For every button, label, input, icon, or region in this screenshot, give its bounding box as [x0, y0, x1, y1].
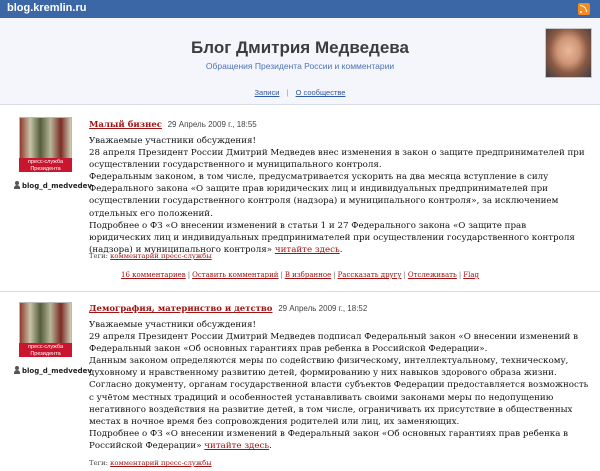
tell-friend-link[interactable]: Рассказать другу — [338, 271, 402, 279]
user-icon — [13, 366, 21, 374]
post-tags: Теги: комментарий пресс-службы — [89, 459, 212, 467]
comments-link[interactable]: 16 комментариев — [121, 271, 186, 279]
post-divider — [0, 291, 600, 292]
post-date: 29 Апрель 2009 г., 18:52 — [278, 304, 368, 313]
post-paragraph: Федеральным законом, в том числе, предус… — [89, 172, 559, 219]
top-bar: blog.kremlin.ru — [0, 0, 600, 18]
post-paragraph: Данным законом определяются меры по соде… — [89, 356, 569, 379]
post-body: Уважаемые участники обсуждения! 28 апрел… — [89, 135, 589, 256]
author-username[interactable]: blog_d_medvedev — [13, 181, 92, 190]
rss-icon[interactable] — [578, 3, 590, 15]
username-text[interactable]: blog_d_medvedev — [22, 182, 92, 190]
post-body: Уважаемые участники обсуждения! 29 апрел… — [89, 319, 589, 452]
post-title-link[interactable]: Малый бизнес — [89, 120, 162, 130]
nav-entries-link[interactable]: Записи — [255, 88, 280, 97]
tag-link[interactable]: комментарий пресс-службы — [110, 252, 212, 260]
post-paragraph: 28 апреля Президент России Дмитрий Медве… — [89, 148, 585, 171]
post-paragraph: Уважаемые участники обсуждения! — [89, 320, 256, 330]
author-photo — [545, 28, 592, 78]
post-header: Демография, материнство и детство 29 Апр… — [89, 304, 367, 314]
avatar-label: пресс-служба Президента — [19, 343, 72, 357]
tags-label: Теги: — [89, 252, 108, 260]
read-more-link[interactable]: читайте здесь — [204, 441, 269, 451]
post-more-text: Подробнее о ФЗ «О внесении изменений в Ф… — [89, 428, 569, 451]
flag-link[interactable]: Flag — [463, 271, 479, 279]
author-username[interactable]: blog_d_medvedev — [13, 366, 92, 375]
add-favorite-link[interactable]: В избранное — [285, 271, 331, 279]
post-paragraph: Уважаемые участники обсуждения! — [89, 136, 256, 146]
post-paragraph: Согласно документу, органам государствен… — [89, 380, 589, 427]
username-text[interactable]: blog_d_medvedev — [22, 367, 92, 375]
user-icon — [13, 181, 21, 189]
leave-comment-link[interactable]: Оставить комментарий — [192, 271, 278, 279]
post-header: Малый бизнес 29 Апрель 2009 г., 18:55 — [89, 120, 257, 130]
post-title-link[interactable]: Демография, материнство и детство — [89, 304, 272, 314]
read-more-link[interactable]: читайте здесь — [275, 245, 340, 255]
nav-separator: | — [286, 88, 289, 97]
track-link[interactable]: Отслеживать — [408, 271, 457, 279]
site-name[interactable]: blog.kremlin.ru — [7, 2, 86, 14]
post-tags: Теги: комментарий пресс-службы — [89, 252, 212, 260]
nav-about-link[interactable]: О сообществе — [296, 88, 346, 97]
header-divider — [0, 104, 600, 105]
post-actions: 16 комментариев | Оставить комментарий | В и… — [121, 271, 479, 279]
tag-link[interactable]: комментарий пресс-службы — [110, 459, 212, 467]
post-more-paragraph: Подробнее о ФЗ «О внесении изменений в с… — [89, 220, 575, 255]
blog-subtitle: Обращения Президента России и комментари… — [205, 61, 395, 71]
tags-label: Теги: — [89, 459, 108, 467]
blog-title[interactable]: Блог Дмитрия Медведева — [0, 38, 600, 58]
blog-nav: Записи | О сообществе — [0, 88, 600, 104]
avatar-label: пресс-служба Президента — [19, 158, 72, 172]
post-more-paragraph: Подробнее о ФЗ «О внесении изменений в Ф… — [89, 428, 569, 451]
post-date: 29 Апрель 2009 г., 18:55 — [167, 120, 257, 129]
post-paragraph: 29 апреля Президент России Дмитрий Медве… — [89, 332, 578, 355]
